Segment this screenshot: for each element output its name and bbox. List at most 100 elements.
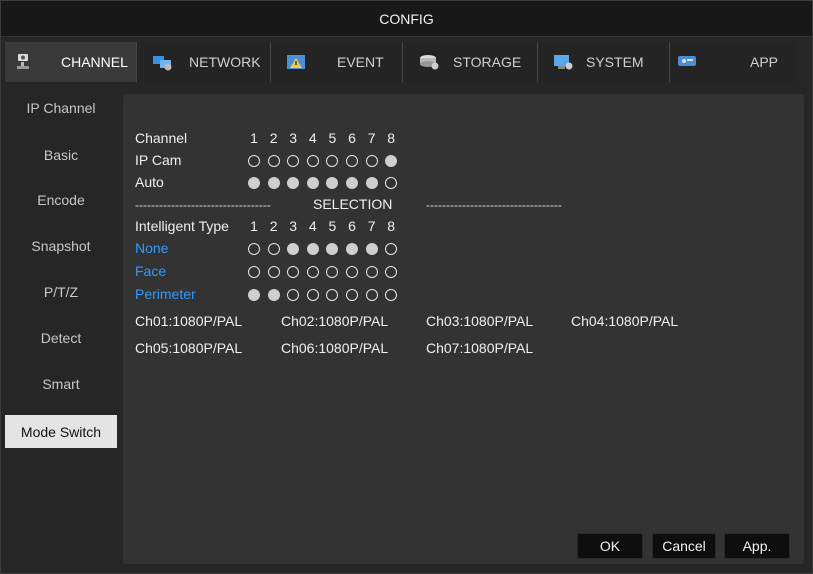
tab-network[interactable]: NETWORK: [137, 42, 271, 82]
auto-radio-4[interactable]: [306, 177, 319, 189]
ip-cam-radio-6[interactable]: [346, 155, 358, 167]
system-icon: [552, 51, 576, 73]
channel-number: 6: [348, 130, 356, 146]
channel-number: 2: [269, 130, 278, 146]
tab-app[interactable]: APP: [670, 42, 796, 82]
mode-switch-panel: Channel 12345678 IP Cam Auto -----------…: [123, 94, 804, 564]
row-label-auto: Auto: [135, 174, 164, 190]
tab-event[interactable]: EVENT: [271, 42, 403, 82]
sidebar-item-encode[interactable]: Encode: [5, 183, 117, 216]
face-radio-2[interactable]: [267, 266, 280, 278]
ip-cam-radio-3[interactable]: [287, 155, 300, 167]
storage-icon: [417, 51, 441, 73]
perimeter-radio-7[interactable]: [365, 289, 378, 301]
tab-label: APP: [750, 54, 779, 70]
sidebar-item-smart[interactable]: Smart: [5, 367, 117, 400]
ip-cam-radio-1[interactable]: [248, 155, 260, 167]
sidebar-item-detect[interactable]: Detect: [5, 321, 117, 354]
channel-label: Channel: [135, 130, 188, 146]
ok-button[interactable]: OK: [577, 533, 643, 559]
ip-cam-radio-7[interactable]: [365, 155, 378, 167]
tab-label: STORAGE: [453, 54, 522, 70]
channel-info-item: Ch02:1080P/PAL: [281, 313, 389, 329]
row-label-none: None: [135, 240, 169, 256]
tab-label: SYSTEM: [586, 54, 644, 70]
window-title: CONFIG: [1, 1, 812, 37]
sidebar-item-snapshot[interactable]: Snapshot: [5, 229, 117, 262]
none-radio-1[interactable]: [248, 243, 260, 255]
none-radio-5[interactable]: [326, 243, 339, 255]
channel-number: 5: [328, 218, 337, 234]
sidebar: IP Channel Basic Encode Snapshot P/T/Z D…: [5, 91, 117, 561]
perimeter-radio-1[interactable]: [248, 289, 260, 301]
channel-info-item: Ch03:1080P/PAL: [426, 313, 534, 329]
network-icon: [151, 51, 175, 73]
none-radio-7[interactable]: [365, 243, 378, 255]
perimeter-radio-2[interactable]: [267, 289, 280, 301]
face-radio-3[interactable]: [287, 266, 300, 278]
ip-cam-radio-5[interactable]: [326, 155, 339, 167]
row-label-face: Face: [135, 263, 167, 279]
ip-cam-radio-8[interactable]: [385, 155, 398, 167]
perimeter-radio-4[interactable]: [306, 289, 319, 301]
channel-info-item: Ch05:1080P/PAL: [135, 340, 243, 356]
none-radio-4[interactable]: [306, 243, 319, 255]
tab-channel[interactable]: CHANNEL: [5, 42, 137, 82]
none-radio-3[interactable]: [287, 243, 300, 255]
perimeter-radio-8[interactable]: [385, 289, 398, 301]
channel-info-item: Ch07:1080P/PAL: [426, 340, 534, 356]
auto-radio-6[interactable]: [346, 177, 358, 189]
perimeter-radio-3[interactable]: [287, 289, 300, 301]
channel-number: 7: [367, 130, 376, 146]
face-radio-1[interactable]: [248, 266, 260, 278]
apply-button[interactable]: App.: [724, 533, 790, 559]
channel-number: 7: [367, 218, 376, 234]
ip-cam-radio-2[interactable]: [267, 155, 280, 167]
channel-number: 8: [387, 130, 396, 146]
ip-cam-radio-4[interactable]: [306, 155, 319, 167]
row-label-perimeter: Perimeter: [135, 286, 196, 302]
none-radio-2[interactable]: [267, 243, 280, 255]
channel-info-item: Ch06:1080P/PAL: [281, 340, 389, 356]
perimeter-radio-6[interactable]: [346, 289, 358, 301]
tab-label: EVENT: [337, 54, 384, 70]
face-radio-5[interactable]: [326, 266, 339, 278]
app-icon: [676, 51, 700, 73]
sidebar-item-mode-switch[interactable]: Mode Switch: [5, 415, 117, 448]
channel-number: 1: [250, 218, 258, 234]
auto-radio-3[interactable]: [287, 177, 300, 189]
event-warning-icon: [285, 51, 309, 73]
tab-system[interactable]: SYSTEM: [538, 42, 670, 82]
sidebar-item-basic[interactable]: Basic: [5, 138, 117, 171]
config-window: CONFIG CHANNEL NETWORK EVENT STORAGE SYS…: [0, 0, 813, 574]
channel-number: 4: [308, 218, 317, 234]
selection-title: SELECTION: [313, 196, 393, 212]
channel-number: 4: [308, 130, 317, 146]
channel-number: 3: [289, 218, 298, 234]
row-label-ip-cam: IP Cam: [135, 152, 182, 168]
face-radio-4[interactable]: [306, 266, 319, 278]
channel-info-item: Ch04:1080P/PAL: [571, 313, 679, 329]
auto-radio-8[interactable]: [385, 177, 398, 189]
cancel-button[interactable]: Cancel: [652, 533, 716, 559]
face-radio-8[interactable]: [385, 266, 398, 278]
intelligent-type-label: Intelligent Type: [135, 218, 229, 234]
none-radio-8[interactable]: [385, 243, 398, 255]
top-tab-bar: CHANNEL NETWORK EVENT STORAGE SYSTEM APP: [5, 42, 808, 82]
channel-number: 1: [250, 130, 258, 146]
channel-number: 2: [269, 218, 278, 234]
tab-storage[interactable]: STORAGE: [403, 42, 538, 82]
perimeter-radio-5[interactable]: [326, 289, 339, 301]
face-radio-7[interactable]: [365, 266, 378, 278]
auto-radio-2[interactable]: [267, 177, 280, 189]
sidebar-item-ip-channel[interactable]: IP Channel: [5, 91, 117, 124]
auto-radio-1[interactable]: [248, 177, 260, 189]
none-radio-6[interactable]: [346, 243, 358, 255]
channel-number: 5: [328, 130, 337, 146]
face-radio-6[interactable]: [346, 266, 358, 278]
tab-label: NETWORK: [189, 54, 261, 70]
tab-label: CHANNEL: [61, 54, 128, 70]
auto-radio-7[interactable]: [365, 177, 378, 189]
auto-radio-5[interactable]: [326, 177, 339, 189]
sidebar-item-ptz[interactable]: P/T/Z: [5, 275, 117, 308]
